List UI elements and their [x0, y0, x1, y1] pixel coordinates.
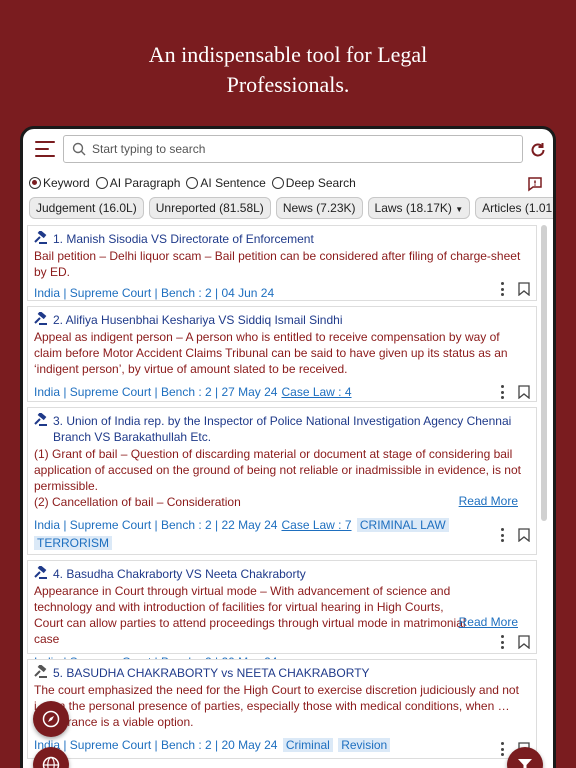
result-card[interactable]: 5. BASUDHA CHAKRABORTY vs NEETA CHAKRABO… — [27, 659, 537, 759]
radio-ai-paragraph[interactable]: AI Paragraph — [95, 176, 181, 190]
radio-selected-icon — [29, 177, 41, 189]
results-list: 1. Manish Sisodia VS Directorate of Enfo… — [27, 225, 537, 764]
filter-articles[interactable]: Articles (1.01K) — [475, 197, 553, 219]
gavel-icon — [34, 231, 47, 244]
radio-icon — [95, 177, 108, 189]
card-actions — [496, 385, 530, 399]
result-meta: India | Supreme Court | Bench : 2 | 20 M… — [34, 736, 530, 754]
read-more-link[interactable]: Read More — [459, 615, 518, 629]
search-icon — [72, 142, 86, 156]
result-title-text: 5. BASUDHA CHAKRABORTY vs NEETA CHAKRABO… — [53, 666, 370, 680]
gavel-icon — [34, 566, 47, 579]
result-summary: Appearance in Court through virtual mode… — [34, 584, 466, 646]
topic-tag[interactable]: Criminal — [282, 738, 333, 752]
filter-unreported[interactable]: Unreported (81.58L) — [148, 197, 271, 219]
topic-tag[interactable]: Revision — [338, 738, 391, 752]
top-bar — [23, 129, 553, 173]
radio-icon — [271, 177, 284, 189]
compass-button[interactable] — [33, 701, 69, 737]
result-card[interactable]: 1. Manish Sisodia VS Directorate of Enfo… — [27, 225, 537, 301]
filter-laws[interactable]: Laws (18.17K) ▼ — [367, 197, 471, 219]
compass-icon — [42, 710, 60, 728]
headline-line1: An indispensable tool for Legal — [148, 42, 428, 67]
radio-deep-search[interactable]: Deep Search — [271, 176, 356, 190]
result-meta-text: India | Supreme Court | Bench : 2 | 22 M… — [34, 518, 278, 532]
more-options-icon[interactable] — [496, 528, 508, 542]
more-options-icon[interactable] — [496, 282, 508, 296]
result-summary: Appeal as indigent person – A person who… — [34, 330, 508, 376]
radio-icon — [186, 177, 199, 189]
gavel-icon — [34, 665, 47, 678]
search-box[interactable] — [63, 135, 523, 163]
filter-laws-label: Laws (18.17K) — [374, 201, 452, 215]
result-title-text: 2. Alifiya Husenbhai Keshariya VS Siddiq… — [53, 313, 343, 327]
chevron-down-icon: ▼ — [455, 205, 464, 214]
result-meta-text: India | Supreme Court | Bench : 2 | 20 M… — [34, 738, 278, 752]
filter-chips: Judgement (16.0L) Unreported (81.58L) Ne… — [29, 197, 553, 219]
radio-label: Keyword — [43, 176, 90, 190]
result-title[interactable]: 2. Alifiya Husenbhai Keshariya VS Siddiq… — [34, 312, 530, 328]
result-card[interactable]: 2. Alifiya Husenbhai Keshariya VS Siddiq… — [27, 306, 537, 402]
radio-label: Deep Search — [285, 176, 356, 190]
bookmark-icon[interactable] — [518, 635, 530, 649]
feedback-icon[interactable] — [527, 176, 543, 192]
more-options-icon[interactable] — [496, 385, 508, 399]
result-meta-text: India | Supreme Court | Bench : 2 | 04 J… — [34, 286, 275, 300]
radio-label: AI Paragraph — [109, 176, 181, 190]
case-law-link[interactable]: Case Law : 4 — [281, 385, 351, 399]
result-meta: India | Supreme Court | Bench : 2 | 04 J… — [34, 284, 530, 302]
filter-news[interactable]: News (7.23K) — [275, 197, 363, 219]
card-actions — [496, 528, 530, 542]
radio-label: AI Sentence — [200, 176, 266, 190]
result-title[interactable]: 4. Basudha Chakraborty VS Neeta Chakrabo… — [34, 566, 530, 582]
headline-line2: Professionals. — [226, 72, 350, 97]
bookmark-icon[interactable] — [518, 528, 530, 542]
more-options-icon[interactable] — [496, 742, 508, 756]
result-summary: The court emphasized the need for the Hi… — [34, 683, 519, 729]
result-meta: India | Supreme Court | Bench : 2 | 27 M… — [34, 383, 530, 401]
device-frame: Keyword AI Paragraph AI Sentence Deep Se… — [20, 126, 556, 768]
result-summary: Bail petition – Delhi liquor scam – Bail… — [34, 249, 521, 279]
gavel-icon — [34, 413, 47, 426]
topic-tag[interactable]: TERRORISM — [34, 536, 112, 550]
bookmark-icon[interactable] — [518, 385, 530, 399]
more-options-icon[interactable] — [496, 635, 508, 649]
filter-icon — [518, 759, 532, 768]
hamburger-menu-icon[interactable] — [35, 141, 55, 157]
scrollbar[interactable] — [541, 225, 547, 521]
result-title[interactable]: 5. BASUDHA CHAKRABORTY vs NEETA CHAKRABO… — [34, 665, 530, 681]
headline: An indispensable tool for Legal Professi… — [0, 40, 576, 100]
result-summary: (1) Grant of bail – Question of discardi… — [34, 447, 521, 509]
gavel-icon — [34, 312, 47, 325]
bookmark-icon[interactable] — [518, 282, 530, 296]
card-actions — [496, 635, 530, 649]
radio-ai-sentence[interactable]: AI Sentence — [186, 176, 266, 190]
search-input[interactable] — [92, 142, 512, 156]
result-card[interactable]: 3. Union of India rep. by the Inspector … — [27, 407, 537, 555]
result-title-text: 1. Manish Sisodia VS Directorate of Enfo… — [53, 232, 314, 246]
filter-judgement[interactable]: Judgement (16.0L) — [29, 197, 144, 219]
result-title[interactable]: 1. Manish Sisodia VS Directorate of Enfo… — [34, 231, 530, 247]
card-actions — [496, 282, 530, 296]
read-more-link[interactable]: Read More — [459, 494, 518, 508]
result-title[interactable]: 3. Union of India rep. by the Inspector … — [34, 413, 530, 445]
result-title-text: 3. Union of India rep. by the Inspector … — [53, 414, 512, 444]
refresh-icon[interactable] — [529, 141, 547, 159]
result-meta: India | Supreme Court | Bench : 2 | 22 M… — [34, 516, 530, 552]
result-title-text: 4. Basudha Chakraborty VS Neeta Chakrabo… — [53, 567, 306, 581]
case-law-link[interactable]: Case Law : 7 — [281, 518, 351, 532]
globe-icon — [42, 756, 60, 768]
search-mode-group: Keyword AI Paragraph AI Sentence Deep Se… — [29, 176, 362, 190]
topic-tag[interactable]: CRIMINAL LAW — [356, 518, 449, 532]
result-card[interactable]: 4. Basudha Chakraborty VS Neeta Chakrabo… — [27, 560, 537, 669]
result-meta-text: India | Supreme Court | Bench : 2 | 27 M… — [34, 385, 278, 399]
radio-keyword[interactable]: Keyword — [29, 176, 90, 190]
